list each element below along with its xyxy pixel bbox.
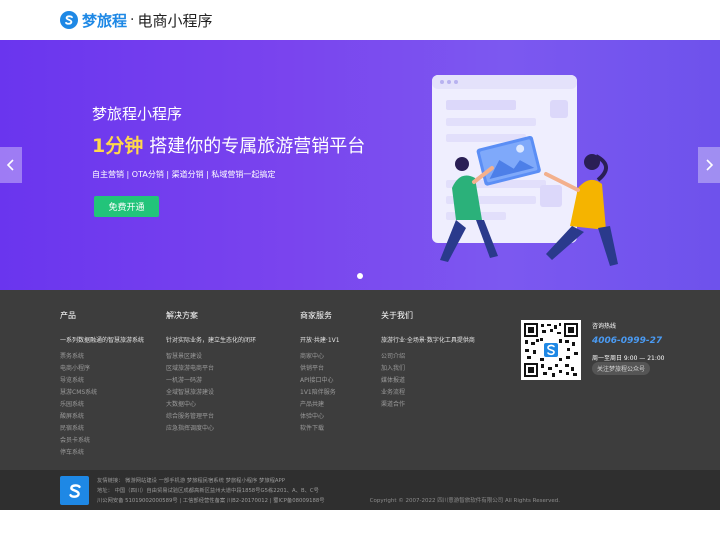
carousel-next-button[interactable] [698, 147, 720, 183]
footer-link[interactable]: 体验中心 [300, 411, 340, 423]
qr-code-icon [521, 320, 581, 380]
footer-col-lead: 一系列数据融通的智慧旅游系统 [60, 337, 145, 344]
free-signup-button[interactable]: 免费开通 [94, 196, 159, 217]
banner-illustration [432, 75, 618, 266]
footer-link[interactable]: 酸屏系统 [60, 411, 144, 423]
banner-features: 自主营销 | OTA分销 | 渠道分销 | 私域营销一起搞定 [92, 170, 276, 179]
footer-link[interactable]: 导览系统 [60, 375, 144, 387]
banner-headline: 1分钟 搭建你的专属旅游营销平台 [92, 131, 365, 158]
chevron-right-icon [706, 159, 714, 171]
footer-link[interactable]: 1V1陪伴服务 [300, 387, 340, 399]
hotline-label: 咨询热线 [592, 323, 617, 330]
footer-link[interactable]: 产品共建 [300, 399, 340, 411]
carousel-prev-button[interactable] [0, 147, 22, 183]
footer-link[interactable]: 智慧景区建设 [166, 351, 256, 363]
footer-link[interactable]: 区域旅游电商平台 [166, 363, 256, 375]
footer-link[interactable]: 加入我们 [381, 363, 475, 375]
footer-link[interactable]: 票务系统 [60, 351, 144, 363]
footer-col-merchant-services: 商家服务 开放·共建·1V1 商家中心 供销平台 API接口中心 1V1陪伴服务… [300, 310, 340, 435]
site-logo[interactable]: 梦旅程 · 电商小程序 [60, 10, 212, 30]
license-info: 川公网安备 51019002000589号 | 工信部经营性备案 川B2-201… [97, 498, 325, 504]
footer-link[interactable]: 业务流程 [381, 387, 475, 399]
wechat-qr-code [521, 320, 581, 380]
banner-headline-text: 搭建你的专属旅游营销平台 [149, 136, 366, 157]
footer-col-lead: 旅游行业·全场景·数字化工具提供商 [381, 337, 475, 344]
footer-info-lines: 友情链接： 微游网站建设 一部手机游 梦旅程民宿系统 梦旅程小程序 梦旅程APP… [97, 476, 325, 506]
footer-link[interactable]: 全域智慧旅游建设 [166, 387, 256, 399]
footer-link[interactable]: 供销平台 [300, 363, 340, 375]
footer-link[interactable]: 慧游CMS系统 [60, 387, 144, 399]
footer-link[interactable]: 软件下载 [300, 423, 340, 435]
banner-title: 梦旅程小程序 [92, 105, 183, 123]
footer-link[interactable]: 会员卡系统 [60, 435, 144, 447]
footer-link[interactable]: 停车系统 [60, 447, 144, 459]
footer-link[interactable]: 大数据中心 [166, 399, 256, 411]
footer-link[interactable]: 公司介绍 [381, 351, 475, 363]
footer-link[interactable]: API接口中心 [300, 375, 340, 387]
logo-s-icon [60, 11, 78, 29]
carousel-dot[interactable] [357, 273, 363, 279]
hotline-block: 咨询热线 4006-0999-27 周一至周日 9:00 — 21:00 [592, 321, 665, 362]
footer-col-lead: 针对实际业务，建立生态化的闭环 [166, 337, 257, 344]
logo-s-icon [68, 483, 81, 498]
hero-banner: 梦旅程小程序 1分钟 搭建你的专属旅游营销平台 自主营销 | OTA分销 | 渠道… [0, 40, 720, 290]
footer-col-title: 商家服务 [300, 311, 332, 320]
footer-link[interactable]: 应急指挥调度中心 [166, 423, 256, 435]
site-footer: 产品 一系列数据融通的智慧旅游系统 票务系统 电商小程序 导览系统 慧游CMS系… [0, 290, 720, 470]
footer-col-title: 关于我们 [381, 311, 413, 320]
footer-link[interactable]: 渠道合作 [381, 399, 475, 411]
follow-wechat-button[interactable]: 关注梦旅程公众号 [592, 362, 651, 375]
chevron-left-icon [6, 159, 14, 171]
footer-link[interactable]: 综合服务管理平台 [166, 411, 256, 423]
banner-headline-highlight: 1分钟 [92, 135, 144, 157]
footer-logo [60, 476, 89, 505]
copyright: Copyright © 2007-2022 四川意游智旅软件有限公司 All R… [369, 498, 560, 504]
footer-col-title: 产品 [60, 311, 76, 320]
brand-subtitle: 电商小程序 [137, 11, 213, 30]
company-address: 地址： 中国（四川）自由贸易试验区成都高新区益州大道中段1858号G5栋2201… [97, 488, 319, 494]
footer-link[interactable]: 媒体报道 [381, 375, 475, 387]
footer-col-title: 解决方案 [166, 311, 198, 320]
footer-link[interactable]: 乐园系统 [60, 399, 144, 411]
hotline-number[interactable]: 4006-0999-27 [592, 336, 665, 346]
footer-link[interactable]: 民宿系统 [60, 423, 144, 435]
top-header: 梦旅程 · 电商小程序 [0, 0, 720, 40]
brand-separator: · [130, 12, 135, 28]
footer-col-about: 关于我们 旅游行业·全场景·数字化工具提供商 公司介绍 加入我们 媒体报道 业务… [381, 310, 475, 411]
footer-link[interactable]: 电商小程序 [60, 363, 144, 375]
footer-link[interactable]: 商家中心 [300, 351, 340, 363]
footer-col-solutions: 解决方案 针对实际业务，建立生态化的闭环 智慧景区建设 区域旅游电商平台 一机游… [166, 310, 256, 435]
footer-link[interactable]: 一机游一码游 [166, 375, 256, 387]
footer-col-products: 产品 一系列数据融通的智慧旅游系统 票务系统 电商小程序 导览系统 慧游CMS系… [60, 310, 144, 459]
service-hours: 周一至周日 9:00 — 21:00 [592, 355, 665, 362]
footer-col-lead: 开放·共建·1V1 [300, 337, 340, 344]
sub-footer: 友情链接： 微游网站建设 一部手机游 梦旅程民宿系统 梦旅程小程序 梦旅程APP… [0, 470, 720, 510]
brand-name: 梦旅程 [82, 11, 128, 30]
friend-links[interactable]: 友情链接： 微游网站建设 一部手机游 梦旅程民宿系统 梦旅程小程序 梦旅程APP [97, 476, 325, 486]
